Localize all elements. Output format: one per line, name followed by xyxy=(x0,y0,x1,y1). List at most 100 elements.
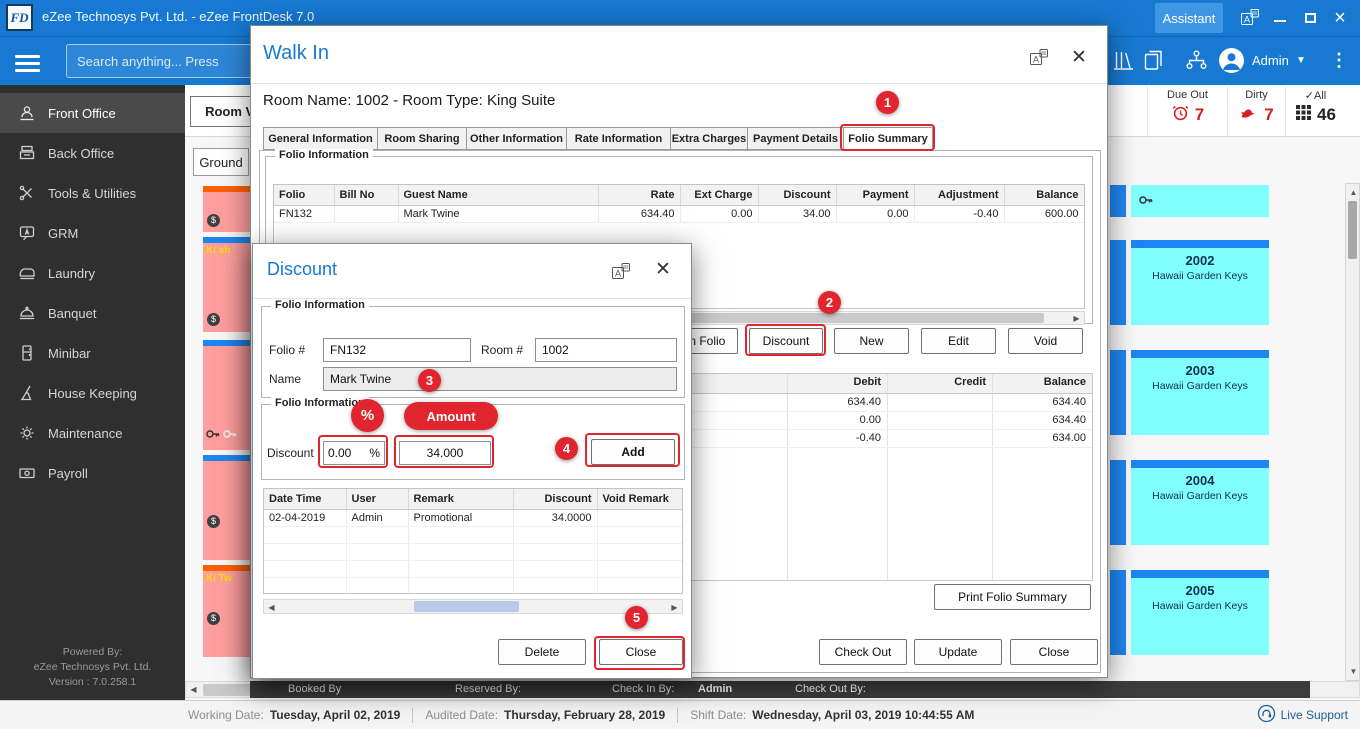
room-tile[interactable]: Ki sh $ xyxy=(203,237,250,332)
sidebar-item-laundry[interactable]: Laundry xyxy=(0,253,185,293)
delete-button[interactable]: Delete xyxy=(498,639,586,665)
live-support-button[interactable]: Live Support xyxy=(1257,704,1348,726)
scroll-right-icon[interactable]: ▶ xyxy=(1069,311,1084,326)
folio-number-input[interactable]: FN132 xyxy=(323,338,471,362)
room-tile-2002[interactable]: 2002 Hawaii Garden Keys xyxy=(1131,240,1269,325)
counter-all[interactable]: ✓All 46 xyxy=(1285,86,1345,136)
tab-room-sharing[interactable]: Room Sharing xyxy=(378,127,467,150)
translate-icon[interactable]: A xyxy=(1238,6,1262,30)
sidebar-item-maintenance[interactable]: Maintenance xyxy=(0,413,185,453)
table-header-row: Folio Bill No Guest Name Rate Ext Charge… xyxy=(274,185,1084,206)
annotation-step-4: 4 xyxy=(555,437,578,460)
assistant-button[interactable]: Assistant xyxy=(1155,3,1223,33)
close-button[interactable]: × xyxy=(1328,6,1352,30)
update-button[interactable]: Update xyxy=(914,639,1002,665)
discount-percent-input[interactable]: 0.00 % xyxy=(323,441,385,465)
sidebar-item-banquet[interactable]: Banquet xyxy=(0,293,185,333)
dialog-title: Discount xyxy=(267,259,338,279)
key-icon xyxy=(1138,193,1153,212)
room-number: 2002 xyxy=(1185,253,1215,268)
counter-label: Due Out xyxy=(1167,89,1208,101)
scroll-right-icon[interactable]: ▶ xyxy=(667,600,682,615)
close-icon[interactable]: ✕ xyxy=(655,260,671,279)
svg-text:A: A xyxy=(1244,15,1250,25)
avatar[interactable] xyxy=(1218,47,1245,79)
table-header-row: Date Time User Remark Discount Void Rema… xyxy=(264,489,682,510)
guest-name-input[interactable]: Mark Twine xyxy=(323,367,677,391)
chevron-down-icon[interactable]: ▼ xyxy=(1296,37,1306,86)
room-tile[interactable]: Ki Tw $ xyxy=(203,565,250,657)
void-button[interactable]: Void xyxy=(1008,328,1083,354)
tab-general-information[interactable]: General Information xyxy=(263,127,378,150)
room-number-label: Room # xyxy=(481,343,524,357)
counter-value: 7 xyxy=(1194,105,1205,124)
counter-dirty[interactable]: Dirty 7 xyxy=(1227,86,1285,136)
history-table-scrollbar[interactable]: ◀ ▶ xyxy=(263,599,683,614)
sidebar-item-payroll[interactable]: Payroll xyxy=(0,453,185,493)
user-menu[interactable]: Admin xyxy=(1252,37,1289,86)
edit-button[interactable]: Edit xyxy=(921,328,996,354)
discount-close-button[interactable]: Close xyxy=(599,639,683,665)
tab-other-information[interactable]: Other Information xyxy=(467,127,567,150)
room-tile-partial[interactable] xyxy=(1131,185,1269,217)
room-type-name: Hawaii Garden Keys xyxy=(1152,270,1248,282)
scroll-left-icon[interactable]: ◀ xyxy=(186,682,201,697)
check-out-button[interactable]: Check Out xyxy=(819,639,907,665)
translate-icon[interactable]: A xyxy=(611,262,631,287)
counter-label: ✓All xyxy=(1304,90,1327,102)
broom-icon xyxy=(17,384,37,402)
add-button[interactable]: Add xyxy=(591,439,675,465)
counter-due-out[interactable]: Due Out 7 xyxy=(1147,86,1227,136)
floor-tab-ground[interactable]: Ground xyxy=(193,148,249,176)
sidebar-item-label: Back Office xyxy=(48,145,115,161)
org-chart-icon[interactable] xyxy=(1184,48,1209,78)
sidebar-item-back-office[interactable]: Back Office xyxy=(0,133,185,173)
sidebar-item-house-keeping[interactable]: House Keeping xyxy=(0,373,185,413)
tab-folio-summary[interactable]: Folio Summary xyxy=(844,127,933,150)
close-icon[interactable]: ✕ xyxy=(1071,48,1087,67)
reports-icon[interactable] xyxy=(1112,48,1135,78)
hamburger-menu-icon[interactable] xyxy=(15,51,40,76)
svg-text:A: A xyxy=(615,269,621,279)
scrollbar-thumb[interactable] xyxy=(1348,201,1357,259)
more-options-icon[interactable]: ⋮ xyxy=(1330,37,1348,86)
money-icon xyxy=(17,464,37,482)
room-tile[interactable] xyxy=(203,340,250,450)
minimize-button[interactable] xyxy=(1268,6,1292,30)
table-row[interactable]: FN132 Mark Twine 634.40 0.00 34.00 0.00 … xyxy=(274,205,1084,223)
discount-amount-input[interactable]: 34.000 xyxy=(399,441,491,465)
new-button[interactable]: New xyxy=(834,328,909,354)
counter-label: Dirty xyxy=(1245,89,1268,101)
room-tile[interactable]: $ xyxy=(203,186,250,232)
print-folio-summary-button[interactable]: Print Folio Summary xyxy=(934,584,1091,610)
room-tile-2005[interactable]: 2005 Hawaii Garden Keys xyxy=(1131,570,1269,655)
vertical-scrollbar[interactable]: ▲ ▼ xyxy=(1345,183,1360,681)
room-number-input[interactable]: 1002 xyxy=(535,338,677,362)
sidebar-item-minibar[interactable]: Minibar xyxy=(0,333,185,373)
maximize-button[interactable] xyxy=(1298,6,1322,30)
folio-table: Folio Bill No Guest Name Rate Ext Charge… xyxy=(274,185,1084,223)
scroll-up-icon[interactable]: ▲ xyxy=(1346,185,1360,200)
sidebar-item-grm[interactable]: GRM xyxy=(0,213,185,253)
table-row[interactable]: 02-04-2019 Admin Promotional 34.0000 xyxy=(264,509,682,527)
room-tile[interactable]: $ xyxy=(203,455,250,560)
tab-rate-information[interactable]: Rate Information xyxy=(567,127,671,150)
tab-payment-details[interactable]: Payment Details xyxy=(748,127,844,150)
sidebar-item-front-office[interactable]: Front Office xyxy=(0,93,185,133)
room-tile-2003[interactable]: 2003 Hawaii Garden Keys xyxy=(1131,350,1269,435)
sidebar-item-tools-utilities[interactable]: Tools & Utilities xyxy=(0,173,185,213)
table-row-empty xyxy=(264,543,682,561)
tab-extra-charges[interactable]: Extra Charges xyxy=(671,127,748,150)
reserved-by-label: Reserved By: xyxy=(455,683,522,695)
documents-icon[interactable] xyxy=(1142,48,1165,78)
scrollbar-thumb[interactable] xyxy=(414,601,519,612)
scroll-left-icon[interactable]: ◀ xyxy=(264,600,279,615)
discount-history-table: Date Time User Remark Discount Void Rema… xyxy=(264,489,682,593)
counter-value: 7 xyxy=(1264,105,1274,124)
scroll-down-icon[interactable]: ▼ xyxy=(1346,664,1360,679)
shift-date-value: Wednesday, April 03, 2019 10:44:55 AM xyxy=(752,708,975,722)
room-tile-2004[interactable]: 2004 Hawaii Garden Keys xyxy=(1131,460,1269,545)
walkin-close-button[interactable]: Close xyxy=(1010,639,1098,665)
discount-button[interactable]: Discount xyxy=(749,328,823,354)
translate-icon[interactable]: A xyxy=(1029,48,1049,73)
